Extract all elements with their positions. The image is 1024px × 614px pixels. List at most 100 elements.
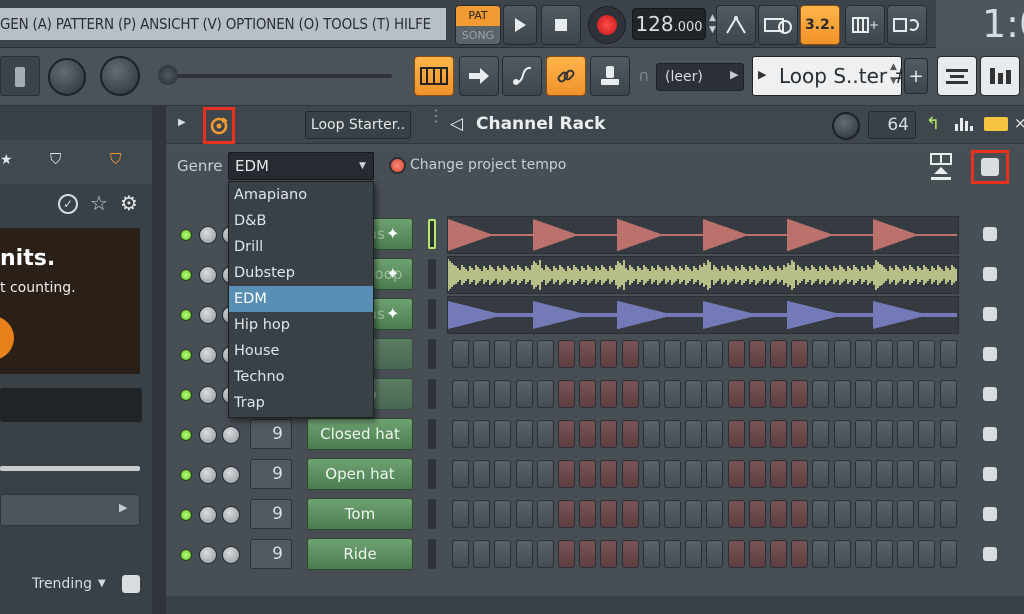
step-button[interactable]: [515, 380, 533, 408]
step-button[interactable]: [536, 340, 554, 368]
mixer-track-number[interactable]: 9: [250, 459, 292, 489]
step-button[interactable]: [685, 540, 703, 568]
step-button[interactable]: [939, 380, 957, 408]
step-button[interactable]: [706, 340, 724, 368]
channel-led[interactable]: [180, 309, 192, 321]
mixer-track-number[interactable]: 9: [250, 419, 292, 449]
step-button[interactable]: [897, 460, 915, 488]
step-button[interactable]: [579, 380, 597, 408]
step-button[interactable]: [600, 460, 618, 488]
channel-name-button[interactable]: Open hat: [307, 458, 413, 490]
step-button[interactable]: [918, 380, 936, 408]
stamp-button[interactable]: [590, 56, 630, 96]
step-button[interactable]: [854, 380, 872, 408]
step-button[interactable]: [812, 380, 830, 408]
step-button[interactable]: [621, 460, 639, 488]
master-volume-knob[interactable]: [48, 58, 86, 96]
step-button[interactable]: [621, 340, 639, 368]
pat-song-toggle[interactable]: PAT SONG: [455, 5, 501, 45]
genre-option[interactable]: Amapiano: [229, 182, 373, 208]
step-button[interactable]: [727, 380, 745, 408]
magnet-icon[interactable]: ∩: [638, 66, 652, 86]
step-button[interactable]: [515, 500, 533, 528]
step-button[interactable]: [536, 540, 554, 568]
channel-led[interactable]: [180, 349, 192, 361]
step-button[interactable]: [918, 460, 936, 488]
channel-dice-icon[interactable]: [983, 267, 997, 281]
speaker-icon[interactable]: ◁: [450, 114, 470, 134]
step-button[interactable]: [706, 500, 724, 528]
step-button[interactable]: [494, 540, 512, 568]
step-button[interactable]: [833, 340, 851, 368]
channel-dice-icon[interactable]: [983, 347, 997, 361]
step-button[interactable]: [642, 420, 660, 448]
step-button[interactable]: [664, 460, 681, 488]
genre-option[interactable]: Trap: [229, 390, 373, 416]
channel-dice-icon[interactable]: [983, 547, 997, 561]
panel-divider[interactable]: [152, 106, 166, 614]
record-button[interactable]: [588, 6, 626, 44]
step-button[interactable]: [791, 460, 809, 488]
step-button[interactable]: [854, 340, 872, 368]
genre-option[interactable]: Dubstep: [229, 260, 373, 286]
step-button[interactable]: [473, 500, 491, 528]
step-button[interactable]: [642, 340, 660, 368]
gear-icon[interactable]: ⚙: [120, 192, 142, 214]
channel-led[interactable]: [180, 549, 192, 561]
step-button[interactable]: [812, 540, 830, 568]
channel-dice-icon[interactable]: [983, 387, 997, 401]
step-button[interactable]: [748, 500, 766, 528]
playlist-button[interactable]: [414, 56, 454, 96]
step-button[interactable]: [876, 420, 893, 448]
step-button[interactable]: [897, 540, 915, 568]
step-button[interactable]: [939, 340, 957, 368]
step-button[interactable]: [558, 540, 575, 568]
mixer-track-number[interactable]: 9: [250, 499, 292, 529]
step-button[interactable]: [791, 340, 809, 368]
channel-name-button[interactable]: Ride: [307, 538, 413, 570]
step-button[interactable]: [897, 380, 915, 408]
check-icon[interactable]: ✓: [58, 194, 78, 214]
mixer-button[interactable]: [980, 56, 1020, 96]
step-button[interactable]: [706, 540, 724, 568]
step-button[interactable]: [579, 460, 597, 488]
step-button[interactable]: [770, 500, 787, 528]
step-button[interactable]: [579, 420, 597, 448]
channel-led[interactable]: [180, 469, 192, 481]
step-button[interactable]: [876, 340, 893, 368]
step-button[interactable]: [473, 540, 491, 568]
master-slider[interactable]: [158, 65, 392, 85]
loop-starter-button[interactable]: Loop Starter..: [305, 111, 411, 139]
channel-name-button[interactable]: Closed hat: [307, 418, 413, 450]
genre-option[interactable]: EDM: [229, 286, 373, 312]
step-button[interactable]: [727, 460, 745, 488]
close-icon[interactable]: ×: [1014, 114, 1024, 132]
step-button[interactable]: [918, 340, 936, 368]
step-button[interactable]: [515, 340, 533, 368]
dice-icon[interactable]: [122, 575, 140, 593]
swing-value[interactable]: 64: [868, 111, 916, 139]
step-button[interactable]: [558, 420, 575, 448]
main-menu[interactable]: GEN (A) PATTERN (P) ANSICHT (V) OPTIONEN…: [0, 8, 446, 40]
master-pitch-knob[interactable]: [100, 56, 140, 96]
step-button[interactable]: [473, 340, 491, 368]
step-button[interactable]: [854, 460, 872, 488]
step-button[interactable]: [791, 540, 809, 568]
step-button[interactable]: [685, 380, 703, 408]
step-button[interactable]: [727, 500, 745, 528]
channel-select-bar[interactable]: [428, 539, 436, 569]
star-icon[interactable]: ★: [0, 152, 13, 170]
countdown-button[interactable]: 3.2.: [800, 5, 840, 45]
step-button[interactable]: [536, 380, 554, 408]
channel-pan-knob[interactable]: [199, 546, 217, 564]
step-button[interactable]: [579, 540, 597, 568]
step-button[interactable]: [770, 540, 787, 568]
loop-starter-toggle[interactable]: [203, 107, 235, 144]
step-button[interactable]: [536, 460, 554, 488]
channel-led[interactable]: [180, 389, 192, 401]
step-button[interactable]: [452, 420, 469, 448]
steps-view-icon[interactable]: [984, 117, 1008, 131]
project-icon[interactable]: ⛉: [110, 150, 128, 170]
favorite-star-icon[interactable]: ☆: [90, 192, 112, 214]
pattern-spin-icon[interactable]: ▲ ▼: [890, 60, 900, 92]
